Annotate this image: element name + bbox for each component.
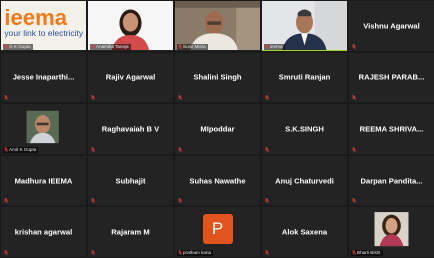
participant-name: Suhas Nawathe (189, 176, 246, 186)
muted-mic-icon (178, 250, 182, 256)
participant-name: Alok Saxena (281, 227, 328, 237)
participant-name: pratham karia (183, 249, 212, 255)
muted-mic-icon (265, 95, 269, 101)
participant-name: Raghavaiah B V (101, 124, 160, 134)
participant-name: krishan agarwal (14, 227, 73, 237)
participant-name: G K Gupta (9, 43, 31, 49)
participant-tile[interactable]: Sunil Misra (175, 1, 260, 51)
participant-tile[interactable]: MIpoddar (175, 104, 260, 154)
participant-tile[interactable]: Subhajit (88, 155, 173, 206)
participant-name: Darpan Pandita... (360, 176, 423, 186)
participant-name: Bharti Bisht (357, 249, 381, 255)
muted-mic-icon (4, 147, 8, 153)
participant-tile[interactable]: Amit K Gupta (1, 104, 86, 154)
participant-name-label: Sunil Misra (177, 43, 208, 50)
participant-name-label: Amit K Gupta (3, 146, 39, 153)
participant-name: Amit K Gupta (9, 146, 37, 152)
muted-mic-icon (265, 198, 269, 204)
ieema-logo-text: ieema (4, 5, 67, 30)
participant-name-label: ieema (264, 43, 285, 50)
muted-mic-icon (178, 44, 182, 50)
muted-mic-icon (265, 44, 269, 50)
participant-tile[interactable]: Bharti Bisht (349, 207, 434, 257)
participant-name: Smruti Ranjan (278, 72, 331, 82)
muted-mic-icon (352, 198, 356, 204)
participant-tile[interactable]: Shalini Singh (175, 52, 260, 103)
participant-name: ieema (270, 43, 283, 49)
muted-mic-icon (91, 146, 95, 152)
muted-mic-icon (91, 44, 95, 50)
participant-tile[interactable]: Anuj Chaturvedi (262, 155, 347, 206)
participant-tile[interactable]: Raghavaiah B V (88, 104, 173, 154)
participant-name-label: pratham karia (177, 249, 214, 256)
muted-mic-icon (91, 95, 95, 101)
participant-tile[interactable]: Anamika Taneja (88, 1, 173, 51)
muted-mic-icon (178, 198, 182, 204)
participant-tile[interactable]: S.K.SINGH (262, 104, 347, 154)
participant-tile[interactable]: Rajaram M (88, 207, 173, 257)
muted-mic-icon (265, 250, 269, 255)
participant-name: Shalini Singh (193, 72, 242, 82)
muted-mic-icon (4, 198, 8, 204)
muted-mic-icon (4, 95, 8, 101)
participant-name: Madhura IEEMA (14, 176, 73, 186)
participant-tile[interactable]: REEMA SHRIVA... (349, 104, 434, 154)
participant-tile[interactable]: Madhura IEEMA (1, 155, 86, 206)
muted-mic-icon (265, 146, 269, 152)
participant-tile[interactable]: krishan agarwal (1, 207, 86, 257)
participant-name-label: Bharti Bisht (351, 249, 383, 256)
participant-name: Rajiv Agarwal (105, 72, 156, 82)
muted-mic-icon (352, 250, 356, 256)
participant-tile[interactable]: Rajiv Agarwal (88, 52, 173, 103)
muted-mic-icon (91, 250, 95, 255)
participant-tile[interactable]: Suhas Nawathe (175, 155, 260, 206)
participant-name: REEMA SHRIVA... (359, 124, 424, 134)
ieema-tagline: your link to electricity (4, 28, 83, 38)
participant-name: MIpoddar (200, 124, 235, 134)
muted-mic-icon (4, 250, 8, 255)
muted-mic-icon (352, 43, 356, 49)
participant-tile[interactable]: Alok Saxena (262, 207, 347, 257)
participant-name: Sunil Misra (183, 43, 206, 49)
participant-tile[interactable]: Jesse Inaparthi... (1, 52, 86, 103)
participant-name: RAJESH PARAB... (358, 72, 425, 82)
gallery-view: ieema your link to electricity G K Gupta… (0, 0, 434, 258)
participant-tile[interactable]: Darpan Pandita... (349, 155, 434, 206)
participant-name: Subhajit (115, 176, 146, 186)
participant-tile[interactable]: Smruti Ranjan (262, 52, 347, 103)
participant-tile[interactable]: RAJESH PARAB... (349, 52, 434, 103)
participant-name: Anuj Chaturvedi (275, 176, 334, 186)
muted-mic-icon (91, 198, 95, 204)
muted-mic-icon (4, 44, 8, 50)
participant-name: Jesse Inaparthi... (12, 72, 75, 82)
avatar: P (202, 214, 233, 245)
participant-tile[interactable]: ieema (262, 1, 347, 51)
participant-name: Rajaram M (111, 227, 150, 237)
participant-tile[interactable]: P pratham karia (175, 207, 260, 257)
participant-name: S.K.SINGH (285, 124, 324, 134)
participant-tile[interactable]: Vishnu Agarwal (349, 1, 434, 51)
participant-name-label: G K Gupta (3, 43, 33, 50)
muted-mic-icon (352, 146, 356, 152)
muted-mic-icon (178, 146, 182, 152)
participant-name: Vishnu Agarwal (363, 21, 420, 31)
muted-mic-icon (178, 95, 182, 101)
participant-name-label: Anamika Taneja (90, 43, 131, 50)
muted-mic-icon (352, 95, 356, 101)
participant-name: Anamika Taneja (96, 43, 129, 49)
participant-tile[interactable]: ieema your link to electricity G K Gupta (1, 1, 86, 51)
